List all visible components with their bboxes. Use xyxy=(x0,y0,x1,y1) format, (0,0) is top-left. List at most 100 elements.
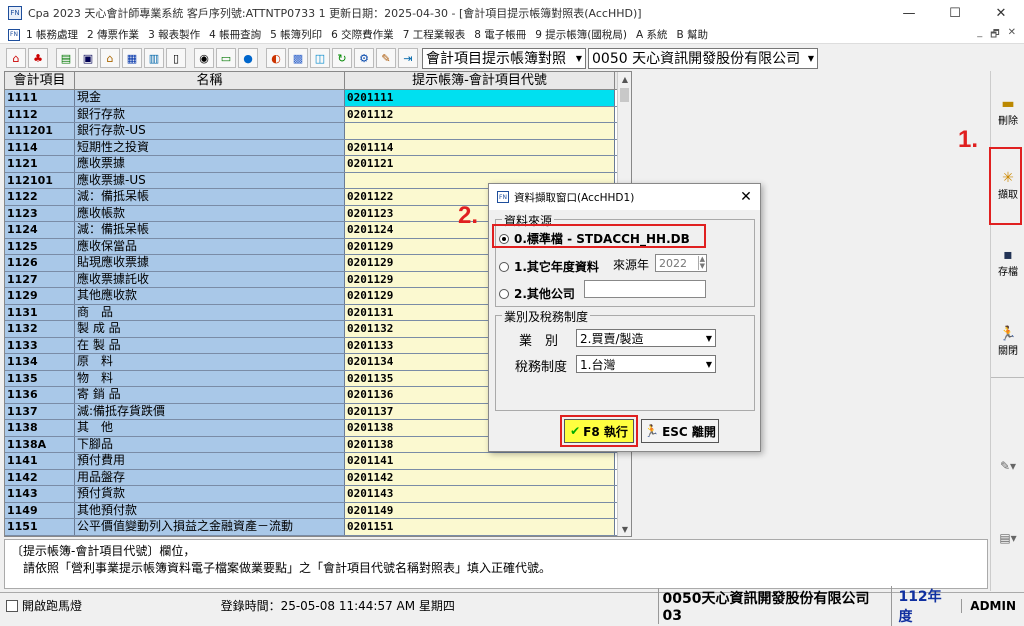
annotation-step-1: 1. xyxy=(958,126,979,153)
edit-icon[interactable]: ✎ xyxy=(376,48,396,68)
exit-icon[interactable]: ⇥ xyxy=(398,48,418,68)
save-button[interactable]: ▪ 存檔 xyxy=(992,234,1024,290)
close-button[interactable]: ✕ xyxy=(978,0,1024,26)
cell-mapping-code[interactable]: 0201141 xyxy=(345,453,615,469)
app-icon: FN xyxy=(8,6,22,20)
ledger-icon[interactable]: ▤ xyxy=(56,48,76,68)
chevron-down-icon: ▼ xyxy=(705,359,713,369)
dialog-close-icon[interactable]: ✕ xyxy=(732,189,760,205)
voucher-icon[interactable]: ▣ xyxy=(78,48,98,68)
scroll-down-icon[interactable]: ▼ xyxy=(618,522,631,536)
mdi-restore-button[interactable]: 🗗 xyxy=(990,27,999,44)
cell-account-name: 應收票據 xyxy=(75,156,345,172)
cell-mapping-code[interactable]: 0201151 xyxy=(345,519,615,535)
exit-button[interactable]: 🏃 ESC 離開 xyxy=(641,419,719,443)
menu-item[interactable]: 8 電子帳冊 xyxy=(474,27,526,42)
calculator-icon[interactable]: ▯ xyxy=(166,48,186,68)
cell-account-code: 111201 xyxy=(5,123,75,139)
running-man-icon: 🏃 xyxy=(999,325,1017,342)
cell-mapping-code[interactable]: 0201114 xyxy=(345,139,615,155)
document-icon[interactable]: ▥ xyxy=(144,48,164,68)
status-year: 112年度 xyxy=(891,585,961,626)
execute-button[interactable]: ✔ F8 執行 xyxy=(564,419,634,443)
mdi-close-button[interactable]: ✕ xyxy=(1008,27,1016,44)
cell-account-name: 寄 銷 品 xyxy=(75,387,345,403)
menu-bar: FN 1 帳務處理 2 傳票作業 3 報表製作 4 帳冊查詢 5 帳簿列印 6 … xyxy=(0,26,1024,44)
column-header-code[interactable]: 會計項目 xyxy=(5,72,75,89)
eye-icon[interactable]: ◉ xyxy=(194,48,214,68)
cell-mapping-code[interactable] xyxy=(345,123,615,139)
close-panel-button[interactable]: 🏃 關閉 xyxy=(992,313,1024,369)
marquee-checkbox[interactable] xyxy=(6,599,18,612)
stamp-icon[interactable]: ▤▾ xyxy=(992,523,1024,553)
radio-standard-file[interactable]: 0.標準檔 - STDACCH_HH.DB xyxy=(499,230,690,247)
table-row[interactable]: 1114 短期性之投資 0201114 xyxy=(5,139,631,156)
report-icon[interactable]: ▦ xyxy=(122,48,142,68)
home-icon[interactable]: ⌂ xyxy=(6,48,26,68)
delete-button[interactable]: ▬ 刪除 xyxy=(992,83,1024,139)
cell-mapping-code[interactable]: 0201149 xyxy=(345,502,615,518)
cell-mapping-code[interactable]: 0201143 xyxy=(345,486,615,502)
settings-icon[interactable]: ⚙ xyxy=(354,48,374,68)
table-row[interactable]: 1142 用品盤存 0201142 xyxy=(5,469,631,486)
cell-account-code: 1138 xyxy=(5,420,75,436)
company-select[interactable]: 0050 天心資訊開發股份有限公司 ▼ xyxy=(588,47,818,69)
table-row[interactable]: 1149 其他預付款 0201149 xyxy=(5,502,631,519)
tax-system-value: 1.台灣 xyxy=(580,357,616,372)
maximize-button[interactable]: ☐ xyxy=(932,0,978,26)
menu-item[interactable]: 4 帳冊查詢 xyxy=(209,27,261,42)
menu-item[interactable]: B 幫助 xyxy=(677,27,709,42)
cell-account-name: 下腳品 xyxy=(75,436,345,452)
scroll-up-icon[interactable]: ▲ xyxy=(618,72,631,86)
table-row[interactable]: 1112 銀行存款 0201112 xyxy=(5,106,631,123)
fetch-dialog: FN 資料擷取窗口(AccHHD1) ✕ 資料來源 0.標準檔 - STDACC… xyxy=(488,183,761,452)
menu-item[interactable]: 9 提示帳簿(國稅局) xyxy=(535,27,627,42)
column-header-name[interactable]: 名稱 xyxy=(75,72,345,89)
table-row[interactable]: 1151 公平價值變動列入損益之金融資產－流動 0201151 xyxy=(5,519,631,536)
industry-select[interactable]: 2.買賣/製造 ▼ xyxy=(576,329,716,347)
monitor-icon[interactable]: ▭ xyxy=(216,48,236,68)
table-row[interactable]: 1143 預付貨款 0201143 xyxy=(5,486,631,503)
hint-line-2: 請依照「營利事業提示帳簿資料電子檔案做業要點」之「會計項目代號名稱對照表」填入正… xyxy=(11,561,552,575)
house-icon[interactable]: ⌂ xyxy=(100,48,120,68)
image-icon[interactable]: ▩ xyxy=(288,48,308,68)
users-icon[interactable]: ♣ xyxy=(28,48,48,68)
refresh-icon[interactable]: ↻ xyxy=(332,48,352,68)
menu-item[interactable]: 5 帳簿列印 xyxy=(270,27,322,42)
menu-item[interactable]: 7 工程業報表 xyxy=(403,27,466,42)
radio-other-year[interactable]: 1.其它年度資料 xyxy=(499,258,599,275)
tax-system-select[interactable]: 1.台灣 ▼ xyxy=(576,355,716,373)
window-icon[interactable]: ◫ xyxy=(310,48,330,68)
cell-account-code: 112101 xyxy=(5,172,75,188)
radio-other-company[interactable]: 2.其他公司 xyxy=(499,285,575,302)
chevron-down-icon: ▼ xyxy=(705,333,713,343)
menu-item[interactable]: 6 交際費作業 xyxy=(331,27,394,42)
cell-mapping-code[interactable]: 0201121 xyxy=(345,156,615,172)
globe-icon[interactable]: ● xyxy=(238,48,258,68)
annotation-step-2: 2. xyxy=(458,202,479,229)
menu-item[interactable]: 2 傳票作業 xyxy=(87,27,139,42)
table-row[interactable]: 111201 銀行存款-US xyxy=(5,123,631,140)
pencil-icon[interactable]: ✎▾ xyxy=(992,451,1024,481)
cell-mapping-code[interactable]: 0201111 xyxy=(345,90,615,106)
minimize-button[interactable]: — xyxy=(886,0,932,26)
menu-item[interactable]: 1 帳務處理 xyxy=(26,27,78,42)
cell-mapping-code[interactable]: 0201142 xyxy=(345,469,615,485)
other-company-input[interactable] xyxy=(584,280,706,298)
source-year-spinner[interactable]: 2022 ▲ ▼ xyxy=(655,254,707,272)
menu-item[interactable]: 3 報表製作 xyxy=(148,27,200,42)
report-select[interactable]: 會計項目提示帳簿對照 ▼ xyxy=(422,47,586,69)
spinner-arrows-icon[interactable]: ▲ ▼ xyxy=(697,256,706,270)
cell-account-code: 1134 xyxy=(5,354,75,370)
cell-account-name: 商 品 xyxy=(75,304,345,320)
palette-icon[interactable]: ◐ xyxy=(266,48,286,68)
cell-mapping-code[interactable]: 0201112 xyxy=(345,106,615,122)
menu-item[interactable]: A 系統 xyxy=(636,27,668,42)
table-row[interactable]: 1141 預付費用 0201141 xyxy=(5,453,631,470)
scroll-thumb[interactable] xyxy=(620,88,629,102)
table-row[interactable]: 1111 現金 0201111 xyxy=(5,90,631,107)
column-header-mapping[interactable]: 提示帳簿-會計項目代號 xyxy=(345,72,615,89)
cell-account-name: 預付貨款 xyxy=(75,486,345,502)
mdi-minimize-button[interactable]: _ xyxy=(977,27,982,44)
table-row[interactable]: 1121 應收票據 0201121 xyxy=(5,156,631,173)
